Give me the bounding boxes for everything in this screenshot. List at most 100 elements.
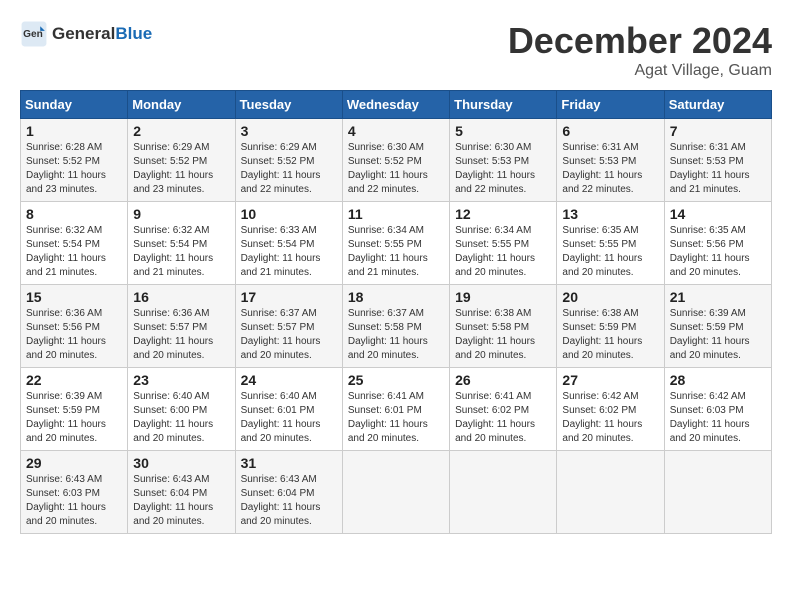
cell-content: Sunrise: 6:28 AMSunset: 5:52 PMDaylight:…: [26, 141, 122, 197]
day-number: 28: [670, 372, 766, 388]
calendar-header-row: SundayMondayTuesdayWednesdayThursdayFrid…: [21, 91, 772, 119]
cell-content: Sunrise: 6:29 AMSunset: 5:52 PMDaylight:…: [241, 141, 337, 197]
day-number: 29: [26, 455, 122, 471]
cell-content: Sunrise: 6:33 AMSunset: 5:54 PMDaylight:…: [241, 224, 337, 280]
calendar-cell: 29 Sunrise: 6:43 AMSunset: 6:03 PMDayligh…: [21, 451, 128, 534]
day-number: 10: [241, 206, 337, 222]
cell-content: Sunrise: 6:42 AMSunset: 6:02 PMDaylight:…: [562, 390, 658, 446]
cell-content: Sunrise: 6:36 AMSunset: 5:57 PMDaylight:…: [133, 307, 229, 363]
day-header-wednesday: Wednesday: [342, 91, 449, 119]
calendar-cell: [557, 451, 664, 534]
day-number: 9: [133, 206, 229, 222]
cell-content: Sunrise: 6:40 AMSunset: 6:00 PMDaylight:…: [133, 390, 229, 446]
day-number: 3: [241, 123, 337, 139]
calendar-cell: 23 Sunrise: 6:40 AMSunset: 6:00 PMDayligh…: [128, 368, 235, 451]
day-number: 13: [562, 206, 658, 222]
cell-content: Sunrise: 6:34 AMSunset: 5:55 PMDaylight:…: [348, 224, 444, 280]
logo-text: GeneralBlue: [52, 24, 152, 44]
calendar-cell: 25 Sunrise: 6:41 AMSunset: 6:01 PMDayligh…: [342, 368, 449, 451]
cell-content: Sunrise: 6:30 AMSunset: 5:53 PMDaylight:…: [455, 141, 551, 197]
cell-content: Sunrise: 6:39 AMSunset: 5:59 PMDaylight:…: [670, 307, 766, 363]
day-number: 2: [133, 123, 229, 139]
calendar-cell: [664, 451, 771, 534]
calendar-cell: 17 Sunrise: 6:37 AMSunset: 5:57 PMDayligh…: [235, 285, 342, 368]
day-number: 17: [241, 289, 337, 305]
calendar-cell: 16 Sunrise: 6:36 AMSunset: 5:57 PMDayligh…: [128, 285, 235, 368]
svg-text:Gen: Gen: [23, 29, 43, 40]
cell-content: Sunrise: 6:29 AMSunset: 5:52 PMDaylight:…: [133, 141, 229, 197]
day-number: 21: [670, 289, 766, 305]
title-area: December 2024 Agat Village, Guam: [508, 20, 772, 80]
calendar-cell: 11Sunrise: 6:34 AMSunset: 5:55 PMDayligh…: [342, 202, 449, 285]
calendar-cell: 13Sunrise: 6:35 AMSunset: 5:55 PMDayligh…: [557, 202, 664, 285]
logo-general: General: [52, 24, 115, 43]
cell-content: Sunrise: 6:41 AMSunset: 6:02 PMDaylight:…: [455, 390, 551, 446]
day-header-friday: Friday: [557, 91, 664, 119]
cell-content: Sunrise: 6:43 AMSunset: 6:04 PMDaylight:…: [133, 473, 229, 529]
day-number: 4: [348, 123, 444, 139]
day-header-tuesday: Tuesday: [235, 91, 342, 119]
day-number: 14: [670, 206, 766, 222]
calendar-cell: 6 Sunrise: 6:31 AMSunset: 5:53 PMDaylight…: [557, 119, 664, 202]
day-number: 30: [133, 455, 229, 471]
calendar-cell: 14 Sunrise: 6:35 AMSunset: 5:56 PMDayligh…: [664, 202, 771, 285]
logo: Gen GeneralBlue: [20, 20, 152, 48]
cell-content: Sunrise: 6:41 AMSunset: 6:01 PMDaylight:…: [348, 390, 444, 446]
day-header-thursday: Thursday: [450, 91, 557, 119]
cell-content: Sunrise: 6:34 AMSunset: 5:55 PMDaylight:…: [455, 224, 551, 280]
cell-content: Sunrise: 6:38 AMSunset: 5:59 PMDaylight:…: [562, 307, 658, 363]
day-number: 5: [455, 123, 551, 139]
logo-icon: Gen: [20, 20, 48, 48]
calendar-cell: 2 Sunrise: 6:29 AMSunset: 5:52 PMDaylight…: [128, 119, 235, 202]
calendar-cell: 20 Sunrise: 6:38 AMSunset: 5:59 PMDayligh…: [557, 285, 664, 368]
cell-content: Sunrise: 6:43 AMSunset: 6:03 PMDaylight:…: [26, 473, 122, 529]
calendar-week-3: 22Sunrise: 6:39 AMSunset: 5:59 PMDayligh…: [21, 368, 772, 451]
day-number: 23: [133, 372, 229, 388]
cell-content: Sunrise: 6:32 AMSunset: 5:54 PMDaylight:…: [26, 224, 122, 280]
day-number: 26: [455, 372, 551, 388]
calendar-cell: 28Sunrise: 6:42 AMSunset: 6:03 PMDayligh…: [664, 368, 771, 451]
calendar-cell: 15 Sunrise: 6:36 AMSunset: 5:56 PMDayligh…: [21, 285, 128, 368]
calendar-cell: 8 Sunrise: 6:32 AMSunset: 5:54 PMDaylight…: [21, 202, 128, 285]
calendar-cell: 18 Sunrise: 6:37 AMSunset: 5:58 PMDayligh…: [342, 285, 449, 368]
cell-content: Sunrise: 6:32 AMSunset: 5:54 PMDaylight:…: [133, 224, 229, 280]
day-number: 31: [241, 455, 337, 471]
cell-content: Sunrise: 6:38 AMSunset: 5:58 PMDaylight:…: [455, 307, 551, 363]
calendar-cell: 24Sunrise: 6:40 AMSunset: 6:01 PMDayligh…: [235, 368, 342, 451]
day-number: 8: [26, 206, 122, 222]
day-number: 27: [562, 372, 658, 388]
day-number: 6: [562, 123, 658, 139]
cell-content: Sunrise: 6:37 AMSunset: 5:57 PMDaylight:…: [241, 307, 337, 363]
day-number: 18: [348, 289, 444, 305]
calendar-week-0: 1 Sunrise: 6:28 AMSunset: 5:52 PMDaylight…: [21, 119, 772, 202]
cell-content: Sunrise: 6:36 AMSunset: 5:56 PMDaylight:…: [26, 307, 122, 363]
cell-content: Sunrise: 6:35 AMSunset: 5:56 PMDaylight:…: [670, 224, 766, 280]
month-title: December 2024: [508, 20, 772, 62]
calendar-cell: 31Sunrise: 6:43 AMSunset: 6:04 PMDayligh…: [235, 451, 342, 534]
calendar-cell: 4Sunrise: 6:30 AMSunset: 5:52 PMDaylight…: [342, 119, 449, 202]
day-number: 12: [455, 206, 551, 222]
calendar-cell: 22Sunrise: 6:39 AMSunset: 5:59 PMDayligh…: [21, 368, 128, 451]
location-title: Agat Village, Guam: [508, 62, 772, 80]
calendar-cell: 21 Sunrise: 6:39 AMSunset: 5:59 PMDayligh…: [664, 285, 771, 368]
cell-content: Sunrise: 6:31 AMSunset: 5:53 PMDaylight:…: [670, 141, 766, 197]
cell-content: Sunrise: 6:37 AMSunset: 5:58 PMDaylight:…: [348, 307, 444, 363]
logo-blue: Blue: [115, 24, 152, 43]
day-number: 19: [455, 289, 551, 305]
calendar-cell: [450, 451, 557, 534]
day-number: 16: [133, 289, 229, 305]
calendar-week-4: 29 Sunrise: 6:43 AMSunset: 6:03 PMDayligh…: [21, 451, 772, 534]
day-number: 1: [26, 123, 122, 139]
day-number: 15: [26, 289, 122, 305]
day-header-sunday: Sunday: [21, 91, 128, 119]
day-header-saturday: Saturday: [664, 91, 771, 119]
calendar-table: SundayMondayTuesdayWednesdayThursdayFrid…: [20, 90, 772, 534]
cell-content: Sunrise: 6:31 AMSunset: 5:53 PMDaylight:…: [562, 141, 658, 197]
day-number: 24: [241, 372, 337, 388]
calendar-cell: 30 Sunrise: 6:43 AMSunset: 6:04 PMDayligh…: [128, 451, 235, 534]
calendar-cell: 10 Sunrise: 6:33 AMSunset: 5:54 PMDayligh…: [235, 202, 342, 285]
calendar-cell: 7Sunrise: 6:31 AMSunset: 5:53 PMDaylight…: [664, 119, 771, 202]
calendar-cell: 3 Sunrise: 6:29 AMSunset: 5:52 PMDaylight…: [235, 119, 342, 202]
day-number: 20: [562, 289, 658, 305]
day-number: 25: [348, 372, 444, 388]
